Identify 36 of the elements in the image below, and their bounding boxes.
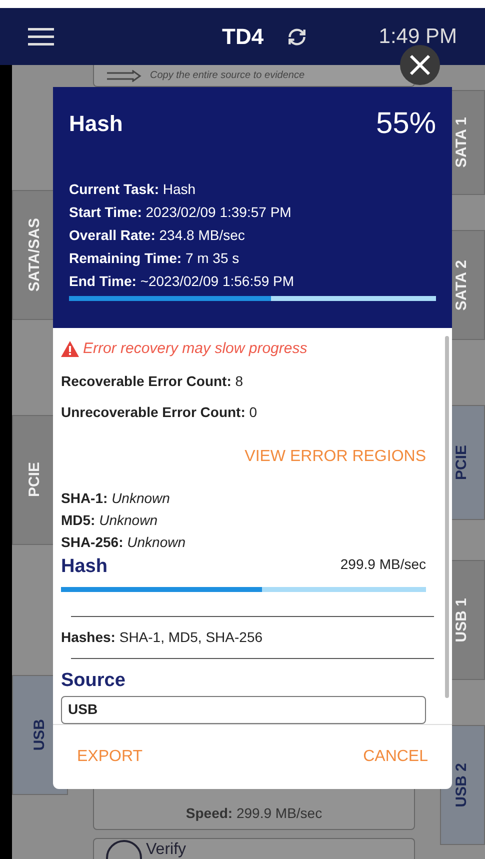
tab-label: PCIE (452, 444, 472, 480)
info-line: End Time: ~2023/02/09 1:56:59 PM (69, 272, 296, 291)
menu-icon[interactable] (28, 26, 54, 46)
verify-label: Verify (146, 840, 186, 859)
hash-value: SHA-1: Unknown (61, 488, 171, 508)
tab-label: USB (30, 719, 49, 751)
hashes-text: Hashes: SHA-1, MD5, SHA-256 (61, 628, 264, 647)
dialog-title: Hash (69, 110, 123, 138)
dialog-button[interactable]: CANCEL (363, 745, 428, 769)
tab-label: SATA 2 (452, 260, 472, 310)
close-icon (409, 54, 431, 76)
info-line: Current Task: Hash (69, 180, 197, 199)
tab-label: USB 1 (452, 598, 472, 642)
warning-text: Error recovery may slow progress (83, 339, 308, 359)
error-count: Recoverable Error Count: 8 (61, 372, 244, 390)
dialog-button[interactable]: EXPORT (77, 745, 142, 769)
task-rate: 299.9 MB/sec (340, 555, 426, 574)
hash-value: SHA-256: Unknown (61, 532, 187, 552)
source-field[interactable]: USB (61, 696, 426, 724)
info-line: Overall Rate: 234.8 MB/sec (69, 226, 246, 245)
info-line: Remaining Time: 7 m 35 s (69, 249, 240, 268)
clock-time: 1:49 PM (378, 24, 457, 50)
info-line: Start Time: 2023/02/09 1:39:57 PM (69, 203, 292, 222)
task-title: Hash (61, 554, 108, 578)
tab-label: SATA 1 (452, 117, 472, 168)
device-title: TD4 (222, 23, 264, 51)
tab-label: USB 2 (452, 762, 472, 808)
hash-value: MD5: Unknown (61, 510, 158, 530)
speed-text: Speed: 299.9 MB/sec (186, 804, 322, 823)
error-count: Unrecoverable Error Count: 0 (61, 402, 258, 422)
percent-text: 55% (376, 106, 436, 142)
card-text: Copy the entire source to evidence (150, 69, 305, 83)
warning-icon (61, 341, 79, 358)
tab-label: PCIE (24, 462, 44, 498)
view-error-regions-link[interactable]: VIEW ERROR REGIONS (244, 444, 426, 468)
tab-label: SATA/SAS (24, 218, 44, 292)
